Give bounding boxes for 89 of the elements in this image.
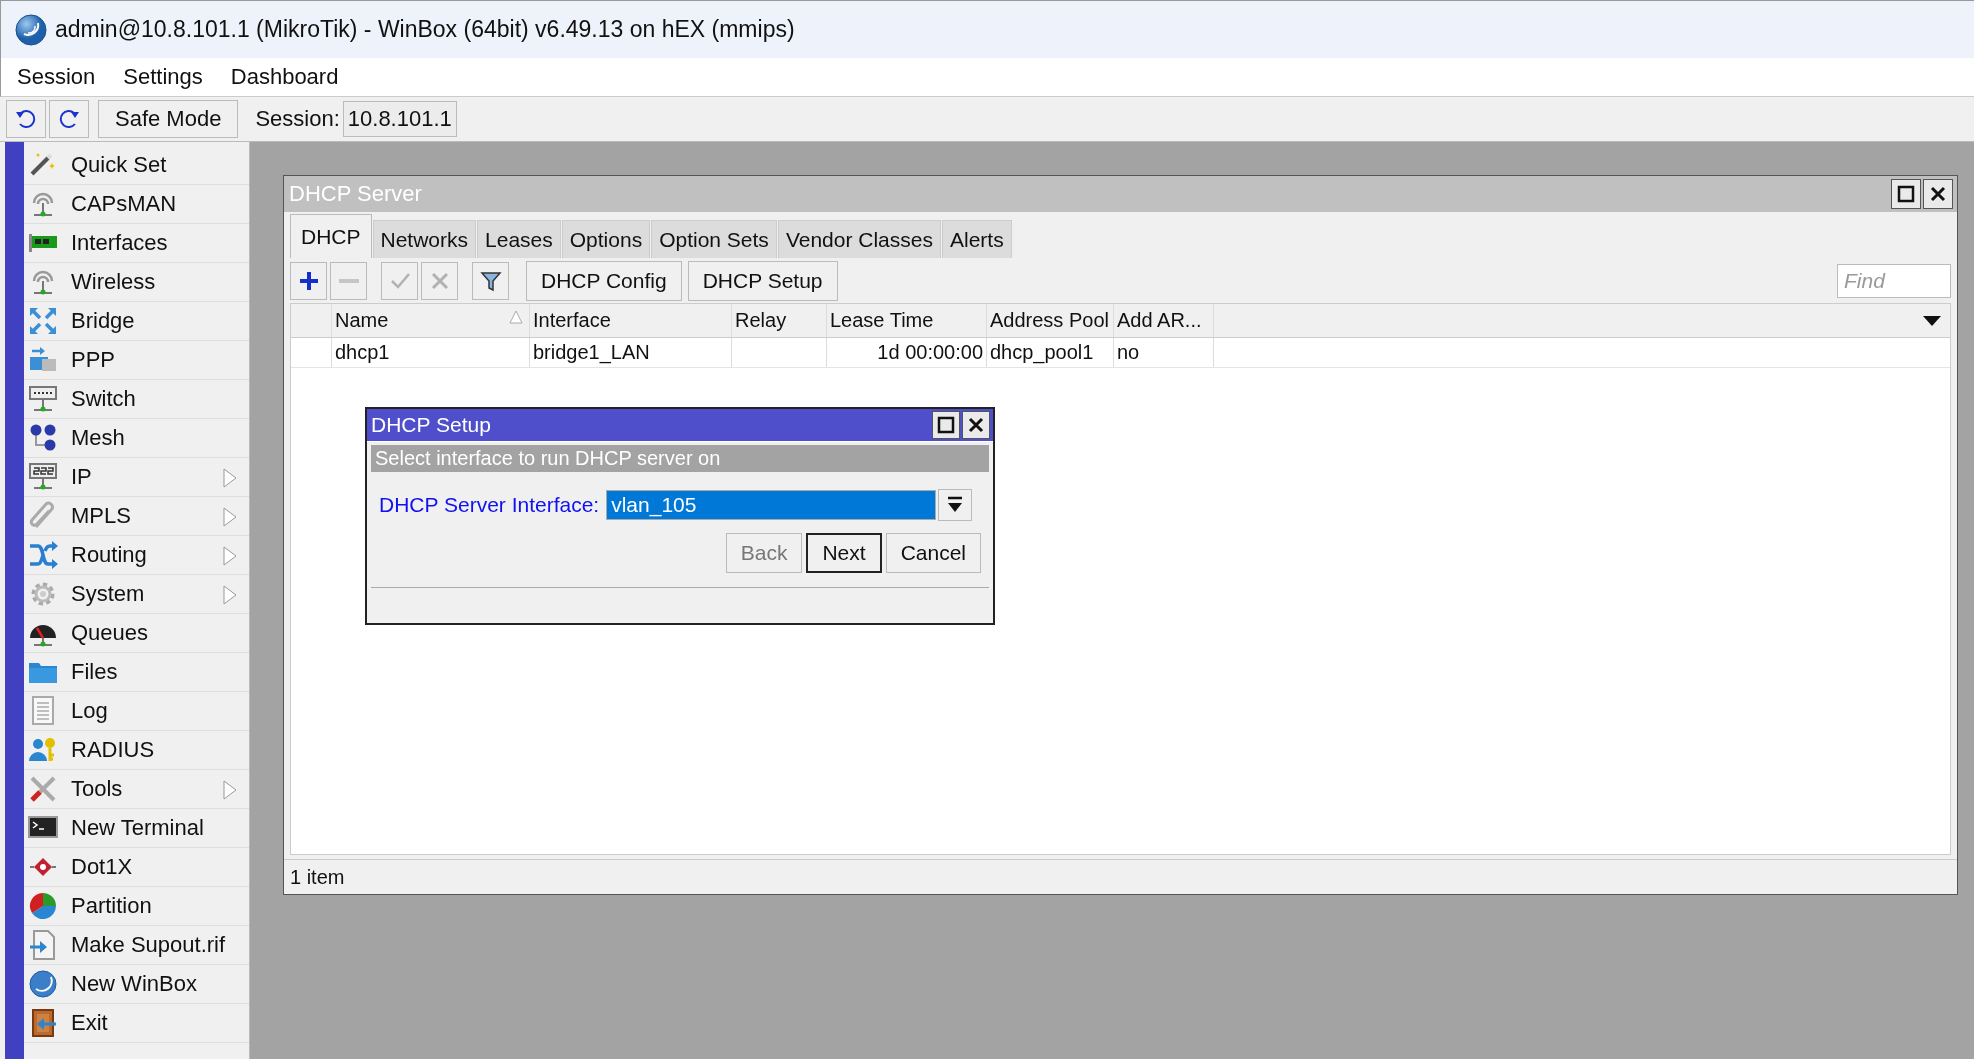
sidebar-item[interactable]: Queues: [71, 620, 149, 646]
sidebar-item[interactable]: Mesh: [71, 425, 125, 451]
tab[interactable]: Vendor Classes: [777, 220, 941, 258]
column-header[interactable]: Add AR...: [1117, 309, 1202, 332]
table-cell: 1d 00:00:00: [877, 341, 983, 364]
sidebar-item[interactable]: New WinBox: [71, 971, 197, 997]
add-button[interactable]: [290, 262, 327, 300]
column-header[interactable]: Lease Time: [830, 309, 934, 332]
maximize-icon: [1897, 185, 1915, 203]
tools-icon: [28, 774, 58, 804]
menu-item[interactable]: Session: [17, 64, 96, 90]
window-title: DHCP Server: [289, 181, 423, 207]
tab[interactable]: Option Sets: [651, 220, 777, 258]
toolbar-button[interactable]: DHCP Setup: [687, 261, 838, 301]
globe-icon: [28, 969, 58, 999]
dialog-button[interactable]: Cancel: [885, 533, 981, 573]
field-label: DHCP Server Interface:: [379, 493, 600, 517]
crossing-arrows-icon: [28, 540, 58, 570]
sidebar-item[interactable]: Switch: [71, 386, 136, 412]
column-header[interactable]: Interface: [533, 309, 611, 332]
sidebar-item[interactable]: Quick Set: [71, 152, 167, 178]
sidebar-item[interactable]: Interfaces: [71, 230, 168, 256]
sidebar-item[interactable]: CAPsMAN: [71, 191, 177, 217]
close-button[interactable]: [962, 411, 990, 439]
undo-button[interactable]: [6, 100, 46, 138]
sidebar-item[interactable]: Partition: [71, 893, 152, 919]
maximize-button[interactable]: [932, 411, 960, 439]
redo-icon: [58, 109, 80, 129]
dialog-button[interactable]: Next: [806, 533, 882, 573]
close-icon: [967, 416, 985, 434]
menu-item[interactable]: Dashboard: [230, 64, 339, 90]
column-header[interactable]: Name: [335, 309, 389, 332]
column-header[interactable]: Relay: [735, 309, 787, 332]
tab[interactable]: Alerts: [941, 220, 1012, 258]
close-icon: [1929, 185, 1947, 203]
dropdown-arrow-icon: [947, 496, 964, 514]
session-label: Session:: [255, 106, 340, 132]
find-field[interactable]: Find: [1837, 264, 1951, 298]
sidebar-item[interactable]: Wireless: [71, 269, 156, 295]
session-field[interactable]: 10.8.101.1: [342, 101, 457, 137]
dialog-title: DHCP Setup: [371, 413, 492, 437]
sidebar-item[interactable]: Dot1X: [71, 854, 133, 880]
table-cell: dhcp_pool1: [990, 341, 1094, 364]
document-arrow-icon: [28, 930, 58, 960]
redo-button[interactable]: [49, 100, 89, 138]
remove-icon: [338, 279, 359, 283]
display-icon: [28, 462, 58, 492]
tab[interactable]: Options: [561, 220, 651, 258]
switch-icon: [28, 384, 58, 414]
sidebar-item[interactable]: Files: [71, 659, 118, 685]
column-header[interactable]: Address Pool: [990, 309, 1109, 332]
tab[interactable]: Leases: [477, 220, 561, 258]
filter-button[interactable]: [472, 262, 509, 300]
sidebar-item[interactable]: Exit: [71, 1010, 108, 1036]
sidebar-item[interactable]: New Terminal: [71, 815, 204, 841]
close-button[interactable]: [1923, 179, 1953, 209]
table-cell: dhcp1: [335, 341, 390, 364]
menu-item[interactable]: Settings: [123, 64, 203, 90]
table-cell: no: [1117, 341, 1140, 364]
add-icon: [297, 270, 320, 292]
sidebar-item[interactable]: System: [71, 581, 145, 607]
tab[interactable]: Networks: [372, 220, 477, 258]
arrows-icon: [28, 306, 58, 336]
section-heading: Select interface to run DHCP server on: [375, 447, 721, 470]
maximize-button[interactable]: [1891, 179, 1921, 209]
safe-mode-button[interactable]: Safe Mode: [98, 100, 239, 138]
sidebar-item[interactable]: Tools: [71, 776, 123, 802]
app-logo-icon: [15, 13, 47, 46]
window-title: admin@10.8.101.1 (MikroTik) - WinBox (64bit) v6.49.13 on hEX (mmips): [55, 16, 795, 43]
table-cell: bridge1_LAN: [533, 341, 650, 364]
interface-select[interactable]: vlan_105: [606, 490, 937, 520]
dropdown-button[interactable]: [938, 489, 973, 521]
toolbar-button[interactable]: DHCP Config: [526, 261, 682, 301]
status-text: 1 item: [290, 865, 345, 889]
sidebar-item[interactable]: Bridge: [71, 308, 135, 334]
filter-icon: [479, 270, 502, 292]
tab[interactable]: DHCP: [290, 214, 372, 258]
maximize-icon: [937, 416, 955, 434]
sidebar-item[interactable]: IP: [71, 464, 92, 490]
pie-chart-icon: [28, 891, 58, 921]
sidebar-item[interactable]: Log: [71, 698, 108, 724]
nodes-icon: [28, 423, 58, 453]
undo-icon: [15, 109, 37, 129]
sidebar-item[interactable]: MPLS: [71, 503, 131, 529]
sidebar-item[interactable]: PPP: [71, 347, 116, 373]
sidebar-item[interactable]: Make Supout.rif: [71, 932, 226, 958]
sidebar-item[interactable]: Routing: [71, 542, 147, 568]
dropdown-arrow-icon[interactable]: [1922, 314, 1942, 327]
sidebar-item[interactable]: RADIUS: [71, 737, 155, 763]
